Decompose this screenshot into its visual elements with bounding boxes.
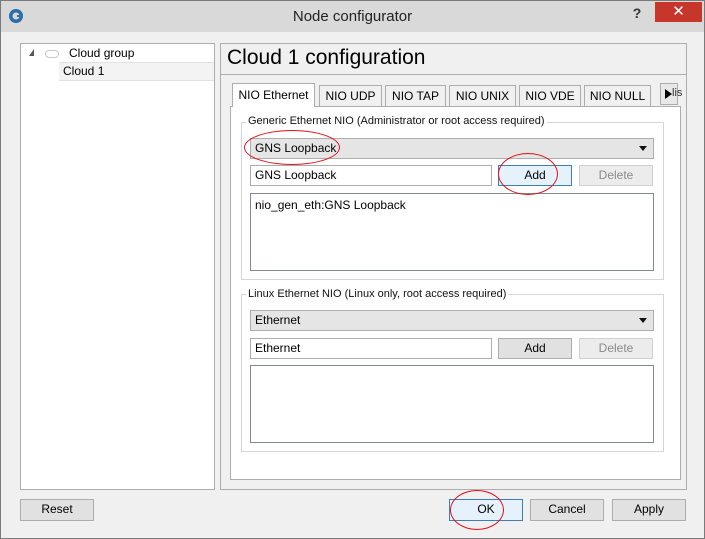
generic-nio-list[interactable]: nio_gen_eth:GNS Loopback (250, 193, 654, 271)
combo-selected-value: GNS Loopback (255, 141, 337, 155)
tab-nio-ethernet[interactable]: NIO Ethernet (232, 83, 315, 107)
generic-ethernet-group-label: Generic Ethernet NIO (Administrator or r… (246, 115, 547, 127)
tree-item-label: Cloud 1 (63, 64, 105, 78)
linux-add-button[interactable]: Add (498, 338, 572, 359)
tab-nio-null[interactable]: NIO NULL (584, 85, 651, 106)
generic-add-button[interactable]: Add (498, 165, 572, 186)
cancel-button[interactable]: Cancel (530, 499, 604, 521)
apply-button[interactable]: Apply (612, 499, 686, 521)
reset-button[interactable]: Reset (20, 499, 94, 521)
linux-delete-button[interactable]: Delete (579, 338, 653, 359)
tree-item-cloud-1[interactable]: Cloud 1 (59, 62, 214, 81)
chevron-down-icon (639, 146, 647, 151)
generic-delete-button[interactable]: Delete (579, 165, 653, 186)
combo-selected-value: Ethernet (255, 313, 301, 327)
tab-scroll-right-button[interactable]: lis (660, 83, 682, 105)
page-title: Cloud 1 configuration (227, 46, 426, 69)
node-configurator-window: Node configurator ? ✕ Cloud group Cloud … (0, 0, 705, 539)
tab-nio-unix[interactable]: NIO UNIX (449, 85, 516, 106)
arrow-right-icon (665, 89, 672, 99)
generic-interface-field[interactable]: GNS Loopback (250, 165, 492, 186)
window-title: Node configurator (292, 8, 413, 25)
linux-ethernet-group-label: Linux Ethernet NIO (Linux only, root acc… (246, 288, 509, 300)
linux-nio-list[interactable] (250, 365, 654, 443)
tab-nio-tap[interactable]: NIO TAP (385, 85, 446, 106)
ok-button[interactable]: OK (449, 499, 523, 521)
tab-partial-label: lis (672, 87, 683, 99)
node-tree[interactable]: Cloud group Cloud 1 (20, 43, 215, 490)
title-divider (221, 74, 686, 75)
tree-group-label: Cloud group (69, 46, 135, 60)
close-button[interactable]: ✕ (655, 2, 702, 22)
linux-interface-combo[interactable]: Ethernet (250, 310, 654, 331)
group-icon (45, 50, 59, 58)
expand-toggle-icon[interactable] (29, 49, 34, 56)
generic-interface-combo[interactable]: GNS Loopback (250, 138, 654, 159)
chevron-down-icon (639, 318, 647, 323)
list-item[interactable]: nio_gen_eth:GNS Loopback (255, 198, 649, 212)
title-bar[interactable]: Node configurator ? ✕ (1, 1, 704, 32)
tab-nio-udp[interactable]: NIO UDP (319, 85, 382, 106)
help-button[interactable]: ? (627, 3, 647, 23)
tree-item-cloud-group[interactable]: Cloud group (21, 45, 214, 62)
linux-interface-field[interactable]: Ethernet (250, 338, 492, 359)
tab-nio-vde[interactable]: NIO VDE (519, 85, 581, 106)
